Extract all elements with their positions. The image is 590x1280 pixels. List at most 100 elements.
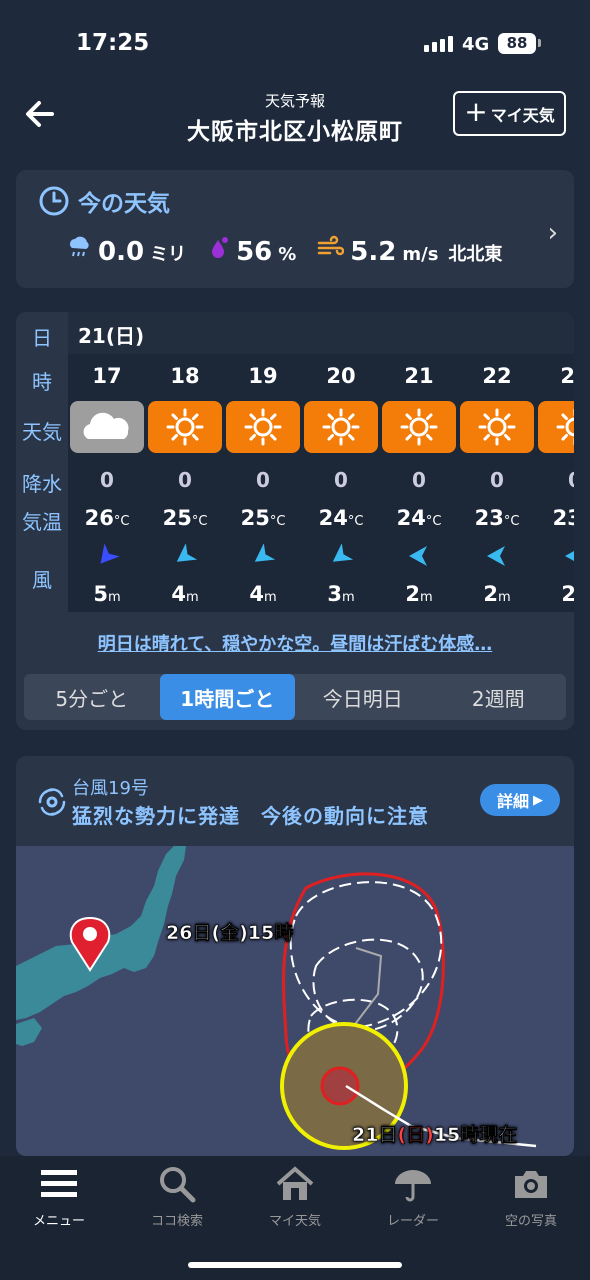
wind-value: 5.2 — [350, 237, 397, 267]
tab-radar[interactable]: レーダー — [354, 1164, 472, 1244]
hour-column: 17 0 26°C 5m — [68, 354, 146, 612]
status-time: 17:25 — [76, 30, 150, 56]
forecast-date: 21(日) — [78, 324, 145, 348]
temperature-unit: °C — [269, 514, 286, 529]
weather-sunny — [538, 401, 574, 453]
hour-label: 23 — [560, 364, 574, 388]
add-my-weather-label: マイ天気 — [490, 105, 555, 125]
hour-label: 20 — [326, 364, 356, 388]
wind-unit: m/s — [402, 244, 439, 265]
japan-island-south — [16, 1018, 42, 1046]
precip-amount: 0 — [536, 468, 574, 492]
wind-speed-value: 2 — [561, 582, 574, 606]
tab-my-weather[interactable]: マイ天気 — [236, 1164, 354, 1244]
weather-sunny — [460, 401, 534, 453]
sun-icon — [322, 408, 360, 446]
storm-core — [320, 1066, 360, 1106]
humidity-value: 56 — [236, 237, 273, 267]
typhoon-map-graphic — [16, 846, 537, 1150]
precip-amount: 0 — [412, 468, 426, 492]
plus-icon: + — [464, 95, 488, 128]
hour-column: 20 0 24°C 3m — [302, 354, 380, 612]
wind-speed-unit: m — [185, 590, 199, 605]
typhoon-icon — [38, 788, 66, 816]
tab-1hour[interactable]: 1時間ごと — [159, 674, 295, 720]
hourly-columns[interactable]: 17 0 26°C 5m 18 0 25°C 4m 19 0 25°C 4m 20 0 24°C 3m 21 0 2… — [68, 354, 574, 612]
clock-icon — [39, 186, 69, 216]
wind-direction-arrow-icon — [409, 546, 427, 566]
current-time-label: 21日(日)15時現在 — [352, 1120, 518, 1147]
temperature: 23°C — [458, 506, 536, 530]
rain-cloud-icon — [70, 236, 89, 257]
date-header: 21(日) — [68, 312, 574, 354]
wind-direction-arrow-icon — [565, 546, 574, 566]
hour-column: 21 0 24°C 2m — [380, 354, 458, 612]
tab-sky-photos[interactable]: 空の写真 — [472, 1164, 590, 1244]
tab-menu[interactable]: メニュー — [0, 1164, 118, 1244]
row-label-wind: 風 — [32, 568, 52, 592]
precip-unit: ミリ — [150, 244, 187, 265]
precip-amount: 0 — [490, 468, 504, 492]
tab-2weeks[interactable]: 2週間 — [431, 674, 567, 720]
current-weather-card[interactable]: 今の天気 0.0 ミリ 56 % 5.2 m/s 北北東 › — [16, 170, 574, 288]
wind-speed: 2m — [380, 582, 458, 606]
wind-speed: 4m — [146, 582, 224, 606]
menu-icon — [41, 1170, 77, 1197]
wind-speed-value: 4 — [249, 582, 264, 606]
weather-sunny — [148, 401, 222, 453]
hourly-forecast-card: 日 時 天気 降水 気温 風 21(日) 17 0 26°C 5m 18 0 25°C 4m 1… — [16, 312, 574, 730]
row-label-temp: 気温 — [22, 510, 62, 534]
tab-5min[interactable]: 5分ごと — [24, 674, 160, 720]
typhoon-detail-button[interactable]: 詳細 ▶ — [480, 784, 560, 816]
temperature-value: 24 — [396, 506, 426, 530]
tab-search[interactable]: ココ検索 — [118, 1164, 236, 1244]
temperature: 23°C — [536, 506, 574, 530]
temperature-unit: °C — [191, 514, 208, 529]
tab-menu-label: メニュー — [32, 1214, 85, 1229]
hour-label: 21 — [404, 364, 434, 388]
status-bar: 17:25 4G 88 — [0, 0, 590, 84]
row-label-weather: 天気 — [22, 420, 62, 444]
play-triangle-icon: ▶ — [533, 792, 543, 808]
wind-speed-value: 3 — [327, 582, 342, 606]
wind-direction-arrow-icon — [176, 544, 197, 562]
hour-column: 23 0 23°C 2m — [536, 354, 574, 612]
chevron-right-icon[interactable]: › — [548, 218, 558, 248]
temperature-value: 23 — [552, 506, 574, 530]
current-weather-values: 0.0 ミリ 56 % 5.2 m/s 北北東 — [66, 234, 516, 267]
precip-amount: 0 — [100, 468, 114, 492]
forecast-row-labels: 日 時 天気 降水 気温 風 — [16, 312, 68, 612]
typhoon-card[interactable]: 台風19号 猛烈な勢力に発達 今後の動向に注意 詳細 ▶ 26日(金)15時 2… — [16, 756, 574, 1156]
wind-speed-unit: m — [263, 590, 277, 605]
precip-value: 0.0 — [98, 237, 145, 267]
wind-direction-arrow-icon — [100, 544, 119, 564]
wind-speed: 5m — [68, 582, 146, 606]
temperature-value: 26 — [84, 506, 114, 530]
weather-sunny — [382, 401, 456, 453]
forecast-summary-link[interactable]: 明日は晴れて、穏やかな空。昼間は汗ばむ体感… — [16, 630, 574, 656]
wind-speed: 2m — [536, 582, 574, 606]
wind-direction-arrow-icon — [254, 544, 275, 562]
hour-label: 17 — [92, 364, 122, 388]
weather-sunny — [226, 401, 300, 453]
temperature-value: 25 — [162, 506, 192, 530]
wind-direction-arrow-icon — [487, 546, 505, 566]
typhoon-detail-label: 詳細 — [496, 792, 529, 811]
row-label-precip: 降水 — [22, 472, 62, 496]
weather-sunny — [304, 401, 378, 453]
wind-direction: 北北東 — [448, 244, 503, 265]
tab-today-tomorrow[interactable]: 今日明日 — [295, 674, 431, 720]
sun-icon — [400, 408, 438, 446]
precip-amount: 0 — [334, 468, 348, 492]
forecast-time-label: 26日(金)15時 — [166, 922, 294, 945]
search-icon — [160, 1167, 196, 1203]
sun-icon — [244, 408, 282, 446]
temperature-value: 25 — [240, 506, 270, 530]
current-time-date: 21日 — [352, 1124, 398, 1147]
add-my-weather-button[interactable]: + マイ天気 — [453, 91, 566, 136]
typhoon-headline: 猛烈な勢力に発達 今後の動向に注意 — [72, 804, 429, 828]
temperature-unit: °C — [503, 514, 520, 529]
typhoon-map[interactable]: 26日(金)15時 21日(日)15時現在 — [16, 846, 574, 1156]
temperature: 25°C — [146, 506, 224, 530]
typhoon-name: 台風19号 — [72, 778, 149, 799]
